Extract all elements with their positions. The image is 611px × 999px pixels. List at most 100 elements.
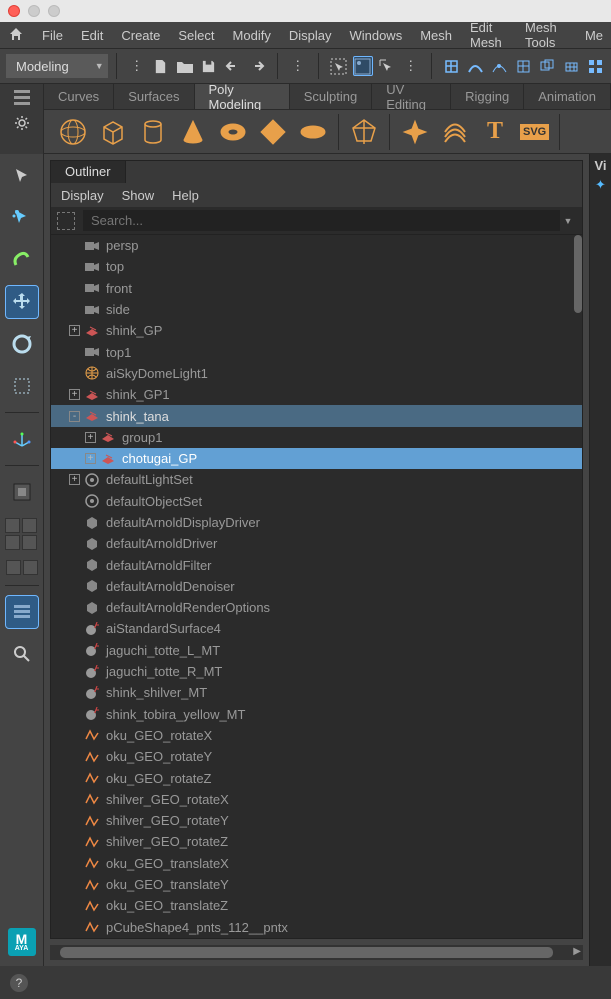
- snap-point-icon[interactable]: [490, 56, 510, 76]
- snap-projected-center-icon[interactable]: [514, 56, 534, 76]
- poly-cone-icon[interactable]: [178, 117, 208, 147]
- expand-icon[interactable]: +: [69, 474, 80, 485]
- horizontal-scrollbar[interactable]: ▶: [50, 945, 583, 960]
- viewport-layout-row[interactable]: [6, 560, 38, 575]
- outliner-item[interactable]: pCubeShape4_pnts_112__pntx: [51, 917, 582, 938]
- poly-torus-icon[interactable]: [218, 117, 248, 147]
- svg-tool-icon[interactable]: SVG: [520, 124, 549, 140]
- select-by-hierarchy-icon[interactable]: [377, 56, 397, 76]
- collapse-icon[interactable]: -: [69, 411, 80, 422]
- divider-handle-icon[interactable]: ⋮: [127, 56, 147, 76]
- sparkle-icon[interactable]: [400, 117, 430, 147]
- menu-set-dropdown[interactable]: Modeling ▼: [6, 54, 108, 78]
- outliner-menu-show[interactable]: Show: [122, 188, 155, 203]
- outliner-item[interactable]: -shink_tana: [51, 405, 582, 426]
- gear-icon[interactable]: [14, 115, 30, 134]
- outliner-item[interactable]: aiSkyDomeLight1: [51, 363, 582, 384]
- outliner-item[interactable]: top1: [51, 341, 582, 362]
- layout-preset-icon[interactable]: [6, 476, 38, 508]
- outliner-item[interactable]: oku_GEO_rotateX: [51, 725, 582, 746]
- menu-mesh[interactable]: Mesh: [420, 28, 452, 43]
- menu-truncated[interactable]: Me: [585, 28, 603, 43]
- search-icon[interactable]: [6, 638, 38, 670]
- outliner-item[interactable]: front: [51, 278, 582, 299]
- viewport-figure-icon[interactable]: ✦: [590, 177, 611, 193]
- shelf-tab-surfaces[interactable]: Surfaces: [114, 84, 194, 109]
- menu-edit[interactable]: Edit: [81, 28, 103, 43]
- undo-icon[interactable]: [223, 56, 243, 76]
- open-scene-icon[interactable]: [175, 56, 195, 76]
- paint-select-tool-icon[interactable]: [6, 244, 38, 276]
- poly-sphere-icon[interactable]: [58, 117, 88, 147]
- menu-edit-mesh[interactable]: Edit Mesh: [470, 20, 507, 50]
- sweep-mesh-icon[interactable]: [440, 117, 470, 147]
- outliner-item[interactable]: shilver_GEO_rotateY: [51, 810, 582, 831]
- shelf-tab-uv-editing[interactable]: UV Editing: [372, 84, 451, 109]
- rotate-tool-icon[interactable]: [6, 328, 38, 360]
- outliner-item[interactable]: defaultArnoldDriver: [51, 533, 582, 554]
- window-zoom-icon[interactable]: [48, 5, 60, 17]
- snap-grid-icon[interactable]: [442, 56, 462, 76]
- outliner-item[interactable]: +shink_GP: [51, 320, 582, 341]
- outliner-item[interactable]: +group1: [51, 427, 582, 448]
- outliner-menu-display[interactable]: Display: [61, 188, 104, 203]
- outliner-item[interactable]: oku_GEO_translateZ: [51, 895, 582, 916]
- divider-handle-icon[interactable]: ⋮: [401, 56, 421, 76]
- outliner-item[interactable]: shilver_GEO_rotateX: [51, 789, 582, 810]
- scrollbar-thumb[interactable]: [574, 235, 582, 313]
- outliner-item[interactable]: defaultArnoldDisplayDriver: [51, 512, 582, 533]
- outliner-item[interactable]: defaultArnoldDenoiser: [51, 576, 582, 597]
- outliner-item[interactable]: oku_GEO_rotateZ: [51, 767, 582, 788]
- shelf-tab-animation[interactable]: Animation: [524, 84, 611, 109]
- poly-cylinder-icon[interactable]: [138, 117, 168, 147]
- outliner-item[interactable]: persp: [51, 235, 582, 256]
- platonic-icon[interactable]: [349, 117, 379, 147]
- outliner-tab[interactable]: Outliner: [51, 161, 126, 183]
- outliner-tree[interactable]: persptopfrontside+shink_GPtop1aiSkyDomeL…: [51, 235, 582, 938]
- outliner-item[interactable]: Ajaguchi_totte_R_MT: [51, 661, 582, 682]
- scrollbar-thumb[interactable]: [60, 947, 553, 958]
- select-tool-icon[interactable]: [6, 160, 38, 192]
- type-tool-icon[interactable]: T: [480, 117, 510, 147]
- chevron-down-icon[interactable]: ▼: [560, 216, 576, 226]
- menu-windows[interactable]: Windows: [349, 28, 402, 43]
- expand-icon[interactable]: +: [69, 389, 80, 400]
- menu-mesh-tools[interactable]: Mesh Tools: [525, 20, 567, 50]
- outliner-item[interactable]: Ashink_tobira_yellow_MT: [51, 704, 582, 725]
- shelf-tab-curves[interactable]: Curves: [44, 84, 114, 109]
- scroll-right-icon[interactable]: ▶: [573, 946, 581, 957]
- shelf-tab-rigging[interactable]: Rigging: [451, 84, 524, 109]
- axis-widget-icon[interactable]: [6, 423, 38, 455]
- snap-toggle-icon[interactable]: [586, 56, 606, 76]
- poly-disc-icon[interactable]: [298, 117, 328, 147]
- outliner-item[interactable]: oku_GEO_translateX: [51, 853, 582, 874]
- menu-select[interactable]: Select: [178, 28, 214, 43]
- snap-curve-icon[interactable]: [466, 56, 486, 76]
- expand-icon[interactable]: +: [85, 453, 96, 464]
- outliner-item[interactable]: Ashink_shilver_MT: [51, 682, 582, 703]
- poly-plane-icon[interactable]: [258, 117, 288, 147]
- outliner-item[interactable]: defaultObjectSet: [51, 491, 582, 512]
- outliner-item[interactable]: Ajaguchi_totte_L_MT: [51, 640, 582, 661]
- menu-create[interactable]: Create: [121, 28, 160, 43]
- new-scene-icon[interactable]: [151, 56, 171, 76]
- outliner-item[interactable]: side: [51, 299, 582, 320]
- shelf-tab-poly-modeling[interactable]: Poly Modeling: [195, 84, 290, 109]
- outliner-item[interactable]: +shink_GP1: [51, 384, 582, 405]
- snap-view-planes-icon[interactable]: [538, 56, 558, 76]
- shelf-tab-sculpting[interactable]: Sculpting: [290, 84, 372, 109]
- viewport-layout-grid[interactable]: [5, 518, 39, 550]
- outliner-toggle-icon[interactable]: [6, 596, 38, 628]
- outliner-item[interactable]: +defaultLightSet: [51, 469, 582, 490]
- move-tool-icon[interactable]: [6, 286, 38, 318]
- outliner-item[interactable]: defaultArnoldRenderOptions: [51, 597, 582, 618]
- snap-live-object-icon[interactable]: [562, 56, 582, 76]
- outliner-item[interactable]: oku_GEO_translateY: [51, 874, 582, 895]
- scale-tool-icon[interactable]: [6, 370, 38, 402]
- window-close-icon[interactable]: [8, 5, 20, 17]
- outliner-item[interactable]: defaultArnoldFilter: [51, 554, 582, 575]
- outliner-menu-help[interactable]: Help: [172, 188, 199, 203]
- menu-display[interactable]: Display: [289, 28, 332, 43]
- outliner-item[interactable]: top: [51, 256, 582, 277]
- expand-icon[interactable]: +: [85, 432, 96, 443]
